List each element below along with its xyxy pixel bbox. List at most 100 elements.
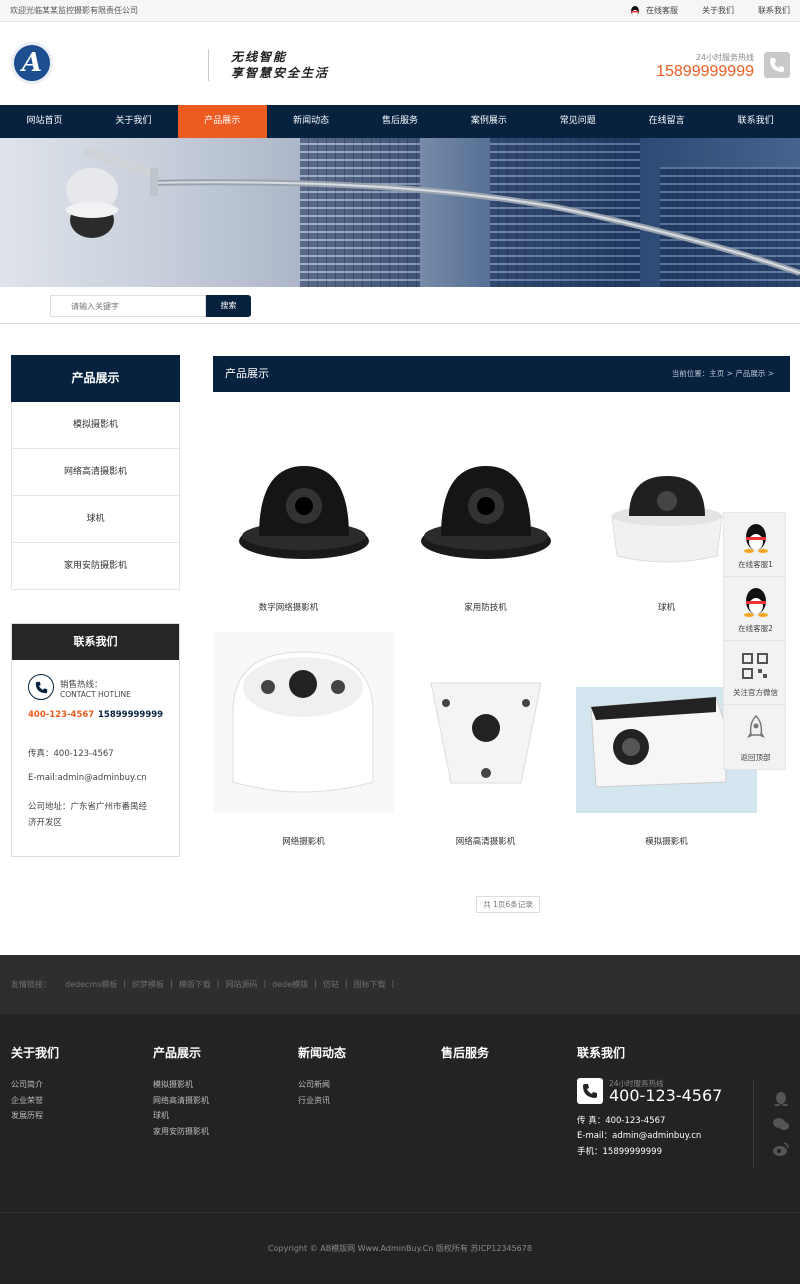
nav-after-sales[interactable]: 售后服务 bbox=[356, 105, 445, 138]
sidebar-item-network-hd[interactable]: 网络高清摄影机 bbox=[11, 449, 180, 496]
footer-divider bbox=[753, 1080, 754, 1168]
nav-about[interactable]: 关于我们 bbox=[89, 105, 178, 138]
nav-faq[interactable]: 常见问题 bbox=[533, 105, 622, 138]
footer-link[interactable]: 家用安防摄影机 bbox=[153, 1124, 209, 1140]
footer-col-after-sales: 售后服务 bbox=[441, 1046, 490, 1060]
top-bar: 欢迎光临某某监控摄影有限责任公司 在线客服 关于我们 联系我们 bbox=[0, 0, 800, 22]
footer-link[interactable]: 发展历程 bbox=[11, 1108, 59, 1124]
footer-link[interactable]: 模拟摄影机 bbox=[153, 1077, 209, 1093]
camera-pole-graphic bbox=[66, 146, 800, 276]
breadcrumb[interactable]: 当前位置：主页 > 产品展示 > bbox=[672, 356, 774, 392]
phone-icon bbox=[28, 674, 54, 700]
qq-icon bbox=[744, 588, 768, 617]
search-button[interactable]: 搜索 bbox=[206, 295, 251, 317]
footer-link[interactable]: 企业荣誉 bbox=[11, 1093, 59, 1109]
product-name[interactable]: 数字网络摄影机 bbox=[198, 601, 379, 613]
float-back-to-top[interactable]: 返回顶部 bbox=[724, 705, 785, 769]
welcome-text: 欢迎光临某某监控摄影有限责任公司 bbox=[10, 6, 138, 15]
footer-link[interactable]: 公司新闻 bbox=[298, 1077, 346, 1093]
qq-icon[interactable] bbox=[772, 1092, 790, 1106]
hotline-label: 销售热线： bbox=[60, 680, 103, 690]
company-logo[interactable]: A bbox=[11, 42, 53, 84]
nav-products[interactable]: 产品展示 bbox=[177, 105, 267, 138]
footer-hotline-number: 400-123-4567 bbox=[609, 1086, 723, 1105]
copyright-text: Copyright © AB模版网 Www.AdminBuy.Cn 版权所有 苏… bbox=[268, 1244, 532, 1253]
footer-mobile: 手机：15899999999 bbox=[577, 1147, 662, 1157]
contact-phone-2: 15899999999 bbox=[98, 710, 164, 720]
friend-links-bar: 友情链接： dedecms模板 | 织梦模板 | 模版下载 | 网站源码 | dede模… bbox=[0, 955, 800, 1014]
nav-cases[interactable]: 案例展示 bbox=[444, 105, 533, 138]
nav-contact[interactable]: 联系我们 bbox=[711, 105, 800, 138]
friend-link[interactable]: 网站源码 bbox=[225, 979, 257, 990]
nav-home[interactable]: 网站首页 bbox=[0, 105, 89, 138]
copyright-bar: Copyright © AB模版网 Www.AdminBuy.Cn 版权所有 苏… bbox=[0, 1212, 800, 1284]
search-input[interactable] bbox=[50, 295, 206, 317]
product-name[interactable]: 家用防技机 bbox=[395, 601, 576, 613]
friend-link[interactable]: 模版下载 bbox=[179, 979, 211, 990]
main-header: 产品展示 当前位置：主页 > 产品展示 > bbox=[213, 356, 790, 392]
footer-col-news: 新闻动态 公司新闻 行业资讯 bbox=[298, 1044, 346, 1108]
qr-code-icon bbox=[742, 653, 768, 679]
friend-link[interactable]: 仿站 bbox=[323, 979, 339, 990]
wechat-icon[interactable] bbox=[772, 1117, 790, 1131]
slogan: 无线智能 享智慧安全生活 bbox=[208, 49, 329, 81]
footer-col-about: 关于我们 公司简介 企业荣誉 发展历程 bbox=[11, 1044, 59, 1124]
sidebar-title: 产品展示 bbox=[11, 355, 180, 402]
contact-email: E-mail:admin@adminbuy.cn bbox=[28, 773, 147, 783]
product-sidebar: 产品展示 模拟摄影机 网络高清摄影机 球机 家用安防摄影机 bbox=[11, 355, 180, 590]
contact-address-line2: 济开发区 bbox=[28, 818, 63, 828]
footer-contact: 联系我们 24小时服务热线 400-123-4567 传 真：400-123-4… bbox=[577, 1046, 723, 1157]
main-title: 产品展示 bbox=[225, 367, 269, 380]
friend-links-label: 友情链接： bbox=[11, 980, 51, 989]
floating-service-bar: 在线客服1 在线客服2 关注官方微信 返回顶部 bbox=[723, 512, 786, 770]
main-nav: 网站首页 关于我们 产品展示 新闻动态 售后服务 案例展示 常见问题 在线留言 … bbox=[0, 105, 800, 138]
search-bar: 搜索 bbox=[0, 287, 800, 324]
top-about-link[interactable]: 关于我们 bbox=[702, 5, 734, 16]
banner-image bbox=[0, 138, 800, 287]
product-image[interactable] bbox=[395, 632, 576, 813]
friend-link[interactable]: dede模版 bbox=[272, 979, 308, 990]
contact-phone-1: 400-123-4567 bbox=[28, 710, 95, 720]
contact-address-line1: 公司地址：广东省广州市番禺经 bbox=[28, 802, 148, 812]
rocket-icon bbox=[747, 715, 765, 738]
top-links: 在线客服 关于我们 联系我们 bbox=[630, 5, 790, 17]
product-image[interactable] bbox=[213, 420, 394, 601]
top-contact-link[interactable]: 联系我们 bbox=[758, 5, 790, 16]
float-qq-1[interactable]: 在线客服1 bbox=[724, 513, 785, 577]
product-name[interactable]: 网络摄影机 bbox=[213, 835, 394, 847]
friend-links: 友情链接： dedecms模板 | 织梦模板 | 模版下载 | 网站源码 | dede模… bbox=[11, 979, 395, 990]
float-qq-2[interactable]: 在线客服2 bbox=[724, 577, 785, 641]
product-name[interactable]: 网络高清摄影机 bbox=[395, 835, 576, 847]
footer-email: E-mail：admin@adminbuy.cn bbox=[577, 1131, 702, 1141]
footer-col-products: 产品展示 模拟摄影机 网络高清摄影机 球机 家用安防摄影机 bbox=[153, 1044, 209, 1139]
footer-link[interactable]: 行业资讯 bbox=[298, 1093, 346, 1109]
friend-link[interactable]: 织梦模板 bbox=[132, 979, 164, 990]
header-hotline: 24小时服务热线 15899999999 bbox=[656, 53, 754, 80]
float-wechat[interactable]: 关注官方微信 bbox=[724, 641, 785, 705]
footer-link[interactable]: 网络高清摄影机 bbox=[153, 1093, 209, 1109]
hotline-en: CONTACT HOTLINE bbox=[60, 690, 131, 699]
qq-icon bbox=[631, 5, 639, 16]
phone-icon bbox=[764, 52, 790, 78]
online-service-link[interactable]: 在线客服 bbox=[630, 5, 678, 17]
footer-link[interactable]: 球机 bbox=[153, 1108, 209, 1124]
nav-message[interactable]: 在线留言 bbox=[622, 105, 711, 138]
friend-link[interactable]: dedecms模板 bbox=[65, 979, 117, 990]
footer-link[interactable]: 公司简介 bbox=[11, 1077, 59, 1093]
footer-fax: 传 真：400-123-4567 bbox=[577, 1116, 666, 1126]
friend-link[interactable]: 图标下载 bbox=[354, 979, 386, 990]
phone-icon bbox=[577, 1078, 603, 1104]
contact-fax: 传真：400-123-4567 bbox=[28, 749, 114, 759]
sidebar-item-dome[interactable]: 球机 bbox=[11, 496, 180, 543]
nav-news[interactable]: 新闻动态 bbox=[267, 105, 356, 138]
product-image[interactable] bbox=[213, 632, 394, 813]
contact-title: 联系我们 bbox=[12, 624, 179, 660]
sidebar-item-home-security[interactable]: 家用安防摄影机 bbox=[11, 543, 180, 590]
weibo-icon[interactable] bbox=[772, 1142, 790, 1156]
product-image[interactable] bbox=[395, 420, 576, 601]
product-name[interactable]: 模拟摄影机 bbox=[576, 835, 757, 847]
sidebar-item-analog[interactable]: 模拟摄影机 bbox=[11, 402, 180, 449]
pagination-info: 共 1页6条记录 bbox=[476, 896, 540, 913]
qq-icon bbox=[744, 524, 768, 553]
contact-box: 联系我们 销售热线： CONTACT HOTLINE 400-123-4567 … bbox=[11, 623, 180, 857]
